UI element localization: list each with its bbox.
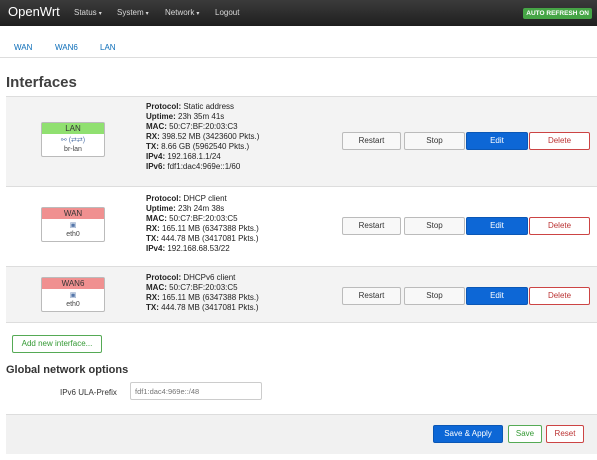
save-apply-button[interactable]: Save & Apply bbox=[433, 425, 503, 443]
delete-button[interactable]: Delete bbox=[529, 132, 590, 150]
interface-name: WAN6 bbox=[42, 278, 104, 289]
stop-button[interactable]: Stop bbox=[404, 287, 465, 305]
tab-wan6[interactable]: WAN6 bbox=[55, 43, 78, 52]
reset-button[interactable]: Reset bbox=[546, 425, 584, 443]
interface-info-wan6: Protocol: DHCPv6 client MAC: 50:C7:BF:20… bbox=[146, 273, 259, 312]
restart-button[interactable]: Restart bbox=[342, 132, 401, 150]
page-title: Interfaces bbox=[6, 74, 77, 91]
edit-button[interactable]: Edit bbox=[466, 287, 528, 305]
ethernet-port-icon: ▣ bbox=[69, 222, 77, 229]
ethernet-port-icon: ▣ bbox=[69, 292, 77, 299]
top-navbar: OpenWrt Status ▾ System ▾ Network ▾ Logout … bbox=[0, 0, 597, 26]
stop-button[interactable]: Stop bbox=[404, 132, 465, 150]
menu-system[interactable]: System ▾ bbox=[117, 8, 149, 17]
stop-button[interactable]: Stop bbox=[404, 217, 465, 235]
tab-lan[interactable]: LAN bbox=[100, 43, 116, 52]
interface-name: WAN bbox=[42, 208, 104, 219]
brand-logo[interactable]: OpenWrt bbox=[8, 4, 60, 19]
interface-badge-lan: LAN ⚯ (⇄⇄) br-lan bbox=[41, 122, 105, 157]
interface-row-wan: WAN ▣ eth0 Protocol: DHCP client Uptime:… bbox=[6, 186, 597, 266]
interface-name: LAN bbox=[42, 123, 104, 134]
caret-down-icon: ▾ bbox=[196, 11, 200, 17]
edit-button[interactable]: Edit bbox=[466, 217, 528, 235]
caret-down-icon: ▾ bbox=[98, 11, 102, 17]
menu-status[interactable]: Status ▾ bbox=[74, 8, 102, 17]
device-name: br-lan bbox=[64, 146, 82, 153]
delete-button[interactable]: Delete bbox=[529, 287, 590, 305]
bridge-icon: ⚯ (⇄⇄) bbox=[60, 137, 86, 144]
global-options-title: Global network options bbox=[6, 364, 129, 376]
restart-button[interactable]: Restart bbox=[342, 217, 401, 235]
interface-tabs: WAN WAN6 LAN bbox=[0, 34, 597, 58]
delete-button[interactable]: Delete bbox=[529, 217, 590, 235]
menu-logout[interactable]: Logout bbox=[215, 8, 239, 17]
ula-prefix-label: IPv6 ULA-Prefix bbox=[60, 388, 117, 397]
edit-button[interactable]: Edit bbox=[466, 132, 528, 150]
interface-info-lan: Protocol: Static address Uptime: 23h 35m… bbox=[146, 102, 260, 171]
caret-down-icon: ▾ bbox=[145, 11, 149, 17]
auto-refresh-badge[interactable]: AUTO REFRESH ON bbox=[523, 8, 592, 19]
interface-badge-wan: WAN ▣ eth0 bbox=[41, 207, 105, 242]
add-interface-button[interactable]: Add new interface... bbox=[12, 335, 102, 353]
form-footer: Save & Apply Save Reset bbox=[6, 414, 597, 454]
tab-wan[interactable]: WAN bbox=[14, 43, 32, 52]
menu-network[interactable]: Network ▾ bbox=[165, 8, 199, 17]
interface-row-lan: LAN ⚯ (⇄⇄) br-lan Protocol: Static addre… bbox=[6, 96, 597, 186]
interface-info-wan: Protocol: DHCP client Uptime: 23h 24m 38… bbox=[146, 194, 259, 253]
ula-prefix-input[interactable] bbox=[130, 382, 262, 400]
device-name: eth0 bbox=[66, 231, 80, 238]
interface-row-wan6: WAN6 ▣ eth0 Protocol: DHCPv6 client MAC:… bbox=[6, 266, 597, 323]
interface-badge-wan6: WAN6 ▣ eth0 bbox=[41, 277, 105, 312]
restart-button[interactable]: Restart bbox=[342, 287, 401, 305]
device-name: eth0 bbox=[66, 301, 80, 308]
save-button[interactable]: Save bbox=[508, 425, 542, 443]
